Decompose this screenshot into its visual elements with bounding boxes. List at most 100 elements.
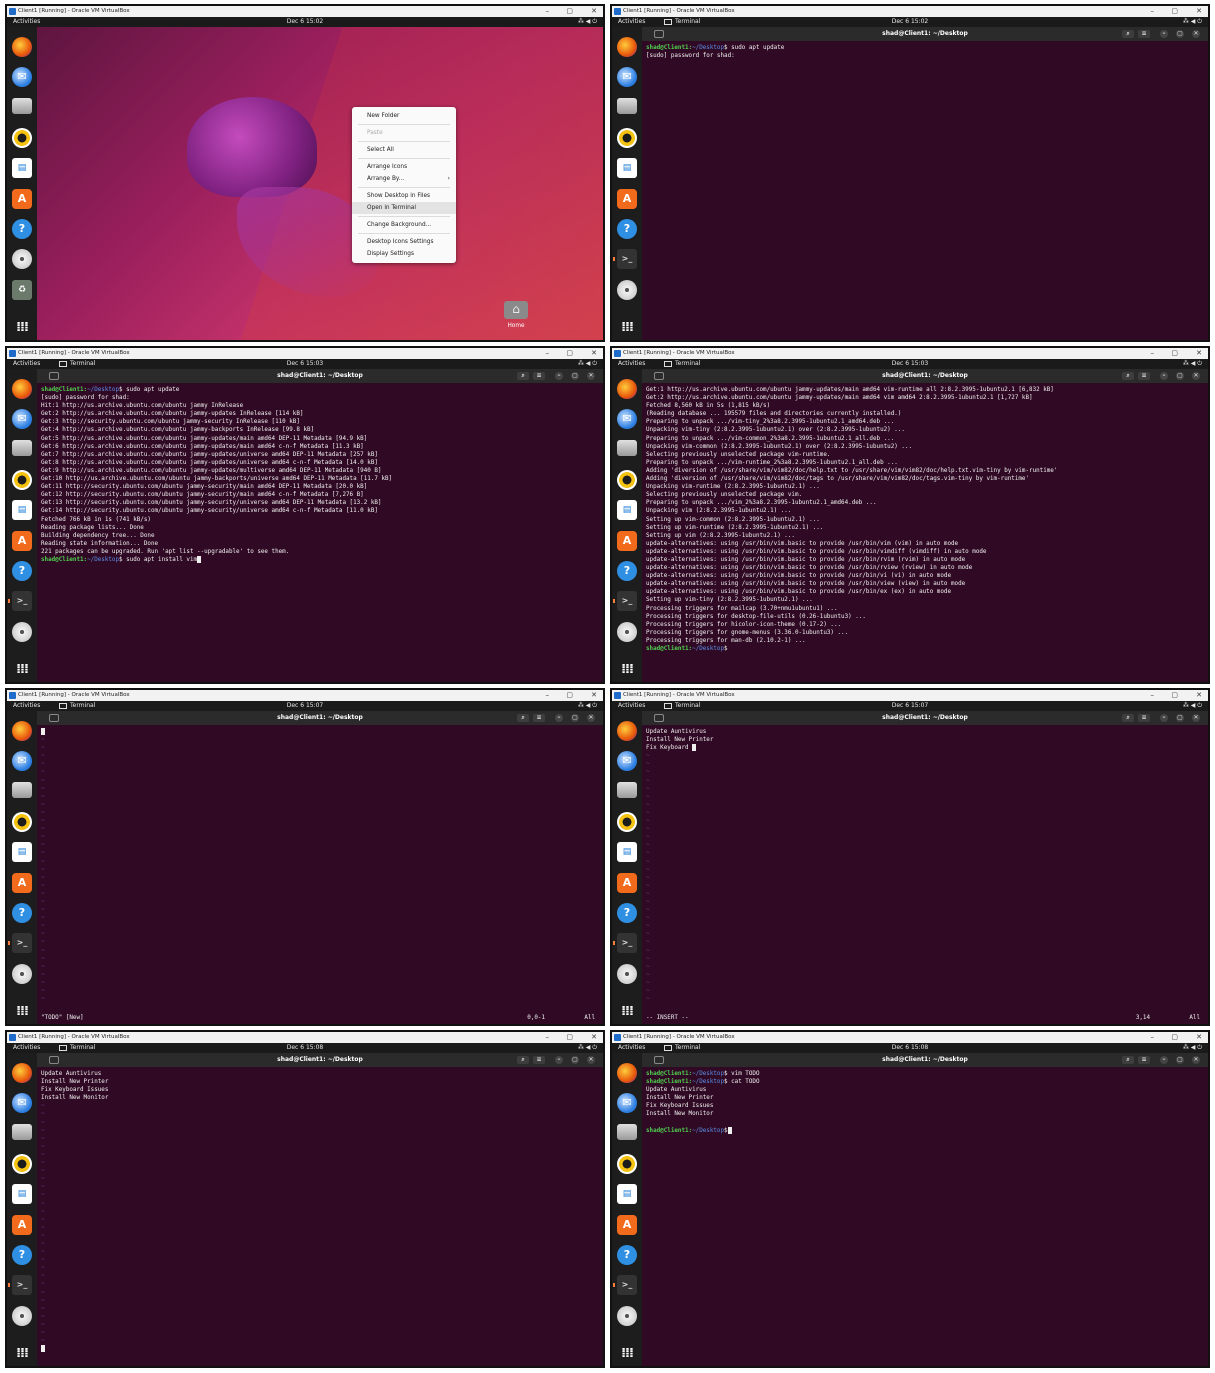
files-icon[interactable] bbox=[12, 98, 32, 114]
software-icon[interactable]: A bbox=[12, 873, 32, 893]
files-icon[interactable] bbox=[12, 440, 32, 456]
cd-icon[interactable] bbox=[617, 280, 637, 300]
home-desktop-icon[interactable]: Home bbox=[502, 301, 530, 329]
rhythmbox-icon[interactable] bbox=[12, 1154, 32, 1174]
window-minimize-button[interactable]: – bbox=[546, 348, 550, 359]
terminal-icon[interactable]: >_ bbox=[613, 591, 637, 611]
terminal-icon[interactable]: >_ bbox=[613, 249, 637, 269]
maximize-icon[interactable]: ▢ bbox=[571, 714, 579, 722]
firefox-icon[interactable] bbox=[617, 721, 637, 741]
maximize-icon[interactable]: ▢ bbox=[1176, 714, 1184, 722]
clock[interactable]: Dec 6 15:02 bbox=[7, 17, 603, 27]
search-icon[interactable]: ⌕ bbox=[1122, 30, 1134, 38]
close-icon[interactable]: ✕ bbox=[1192, 1056, 1200, 1064]
display-settings-item[interactable]: Display Settings bbox=[352, 248, 456, 260]
select-all-item[interactable]: Select All bbox=[352, 144, 456, 156]
terminal-body[interactable]: ~ ~ ~ ~ ~ ~ ~ ~ ~ ~ ~ ~ ~ ~ ~ ~ ~ ~ ~ ~ ~ ~ ~ ~ ~ ~ ~ ~ ~ ~ ~ ~ ~ bbox=[37, 725, 603, 1024]
firefox-icon[interactable] bbox=[12, 721, 32, 741]
system-tray-icons[interactable]: ⁂ ◀ ⏻ bbox=[578, 701, 597, 711]
window-close-button[interactable]: ✕ bbox=[591, 6, 597, 17]
hamburger-menu-icon[interactable]: ≡ bbox=[533, 714, 545, 722]
minimize-icon[interactable]: – bbox=[1160, 1056, 1168, 1064]
window-close-button[interactable]: ✕ bbox=[1196, 348, 1202, 359]
new-tab-icon[interactable] bbox=[654, 30, 664, 38]
show-apps-icon[interactable]: ⁞⁞⁞ bbox=[617, 1344, 637, 1364]
rhythmbox-icon[interactable] bbox=[12, 128, 32, 148]
window-maximize-button[interactable]: ▢ bbox=[1171, 348, 1178, 359]
software-icon[interactable]: A bbox=[617, 189, 637, 209]
terminal-body[interactable]: Update Auntivirus Install New Printer Fix … bbox=[37, 1067, 603, 1366]
software-icon[interactable]: A bbox=[617, 873, 637, 893]
clock[interactable]: Dec 6 15:03 bbox=[612, 359, 1208, 369]
window-close-button[interactable]: ✕ bbox=[591, 1032, 597, 1043]
show-apps-icon[interactable]: ⁞⁞⁞ bbox=[12, 1002, 32, 1022]
rhythmbox-icon[interactable] bbox=[617, 470, 637, 490]
arrange-icons-item[interactable]: Arrange Icons bbox=[352, 161, 456, 173]
thunderbird-icon[interactable]: ✉ bbox=[617, 751, 637, 771]
arrange-by-item[interactable]: Arrange By... › bbox=[352, 173, 456, 185]
window-minimize-button[interactable]: – bbox=[1151, 690, 1155, 701]
terminal-body[interactable]: shad@Client1:~/Desktop$ sudo apt update[… bbox=[642, 41, 1208, 340]
software-icon[interactable]: A bbox=[617, 531, 637, 551]
help-icon[interactable]: ? bbox=[12, 219, 32, 239]
rhythmbox-icon[interactable] bbox=[617, 128, 637, 148]
firefox-icon[interactable] bbox=[617, 1063, 637, 1083]
window-minimize-button[interactable]: – bbox=[1151, 6, 1155, 17]
window-minimize-button[interactable]: – bbox=[546, 6, 550, 17]
help-icon[interactable]: ? bbox=[617, 219, 637, 239]
system-tray-icons[interactable]: ⁂ ◀ ⏻ bbox=[1183, 359, 1202, 369]
firefox-icon[interactable] bbox=[12, 37, 32, 57]
window-close-button[interactable]: ✕ bbox=[1196, 690, 1202, 701]
files-icon[interactable] bbox=[617, 440, 637, 456]
new-folder-item[interactable]: New Folder bbox=[352, 110, 456, 122]
system-tray-icons[interactable]: ⁂ ◀ ⏻ bbox=[1183, 701, 1202, 711]
files-icon[interactable] bbox=[617, 782, 637, 798]
terminal-icon[interactable]: >_ bbox=[8, 1275, 32, 1295]
minimize-icon[interactable]: – bbox=[1160, 30, 1168, 38]
show-apps-icon[interactable]: ⁞⁞⁞ bbox=[12, 660, 32, 680]
libreoffice-writer-icon[interactable]: ▤ bbox=[12, 158, 32, 178]
search-icon[interactable]: ⌕ bbox=[517, 714, 529, 722]
software-icon[interactable]: A bbox=[12, 1215, 32, 1235]
libreoffice-writer-icon[interactable]: ▤ bbox=[617, 158, 637, 178]
close-icon[interactable]: ✕ bbox=[1192, 714, 1200, 722]
cd-icon[interactable] bbox=[617, 1306, 637, 1326]
minimize-icon[interactable]: – bbox=[1160, 372, 1168, 380]
new-tab-icon[interactable] bbox=[654, 1056, 664, 1064]
terminal-body[interactable]: shad@Client1:~/Desktop$ vim TODO shad@Cli… bbox=[642, 1067, 1208, 1366]
libreoffice-writer-icon[interactable]: ▤ bbox=[12, 1184, 32, 1204]
window-maximize-button[interactable]: ▢ bbox=[1171, 1032, 1178, 1043]
software-icon[interactable]: A bbox=[12, 189, 32, 209]
show-desktop-in-files-item[interactable]: Show Desktop in Files bbox=[352, 190, 456, 202]
firefox-icon[interactable] bbox=[12, 1063, 32, 1083]
search-icon[interactable]: ⌕ bbox=[517, 372, 529, 380]
system-tray-icons[interactable]: ⁂ ◀ ⏻ bbox=[1183, 17, 1202, 27]
window-minimize-button[interactable]: – bbox=[546, 1032, 550, 1043]
maximize-icon[interactable]: ▢ bbox=[571, 1056, 579, 1064]
files-icon[interactable] bbox=[12, 782, 32, 798]
window-maximize-button[interactable]: ▢ bbox=[1171, 690, 1178, 701]
new-tab-icon[interactable] bbox=[654, 372, 664, 380]
new-tab-icon[interactable] bbox=[49, 372, 59, 380]
show-apps-icon[interactable]: ⁞⁞⁞ bbox=[617, 660, 637, 680]
window-minimize-button[interactable]: – bbox=[1151, 1032, 1155, 1043]
help-icon[interactable]: ? bbox=[617, 1245, 637, 1265]
thunderbird-icon[interactable]: ✉ bbox=[12, 751, 32, 771]
thunderbird-icon[interactable]: ✉ bbox=[617, 1093, 637, 1113]
thunderbird-icon[interactable]: ✉ bbox=[12, 1093, 32, 1113]
files-icon[interactable] bbox=[617, 98, 637, 114]
close-icon[interactable]: ✕ bbox=[1192, 372, 1200, 380]
libreoffice-writer-icon[interactable]: ▤ bbox=[12, 842, 32, 862]
show-apps-icon[interactable]: ⁞⁞⁞ bbox=[12, 318, 32, 338]
window-maximize-button[interactable]: ▢ bbox=[566, 1032, 573, 1043]
trash-icon[interactable]: ♻ bbox=[12, 280, 32, 300]
libreoffice-writer-icon[interactable]: ▤ bbox=[617, 1184, 637, 1204]
hamburger-menu-icon[interactable]: ≡ bbox=[1138, 714, 1150, 722]
search-icon[interactable]: ⌕ bbox=[517, 1056, 529, 1064]
window-minimize-button[interactable]: – bbox=[546, 690, 550, 701]
new-tab-icon[interactable] bbox=[654, 714, 664, 722]
hamburger-menu-icon[interactable]: ≡ bbox=[1138, 372, 1150, 380]
search-icon[interactable]: ⌕ bbox=[1122, 714, 1134, 722]
window-maximize-button[interactable]: ▢ bbox=[566, 348, 573, 359]
clock[interactable]: Dec 6 15:07 bbox=[612, 701, 1208, 711]
